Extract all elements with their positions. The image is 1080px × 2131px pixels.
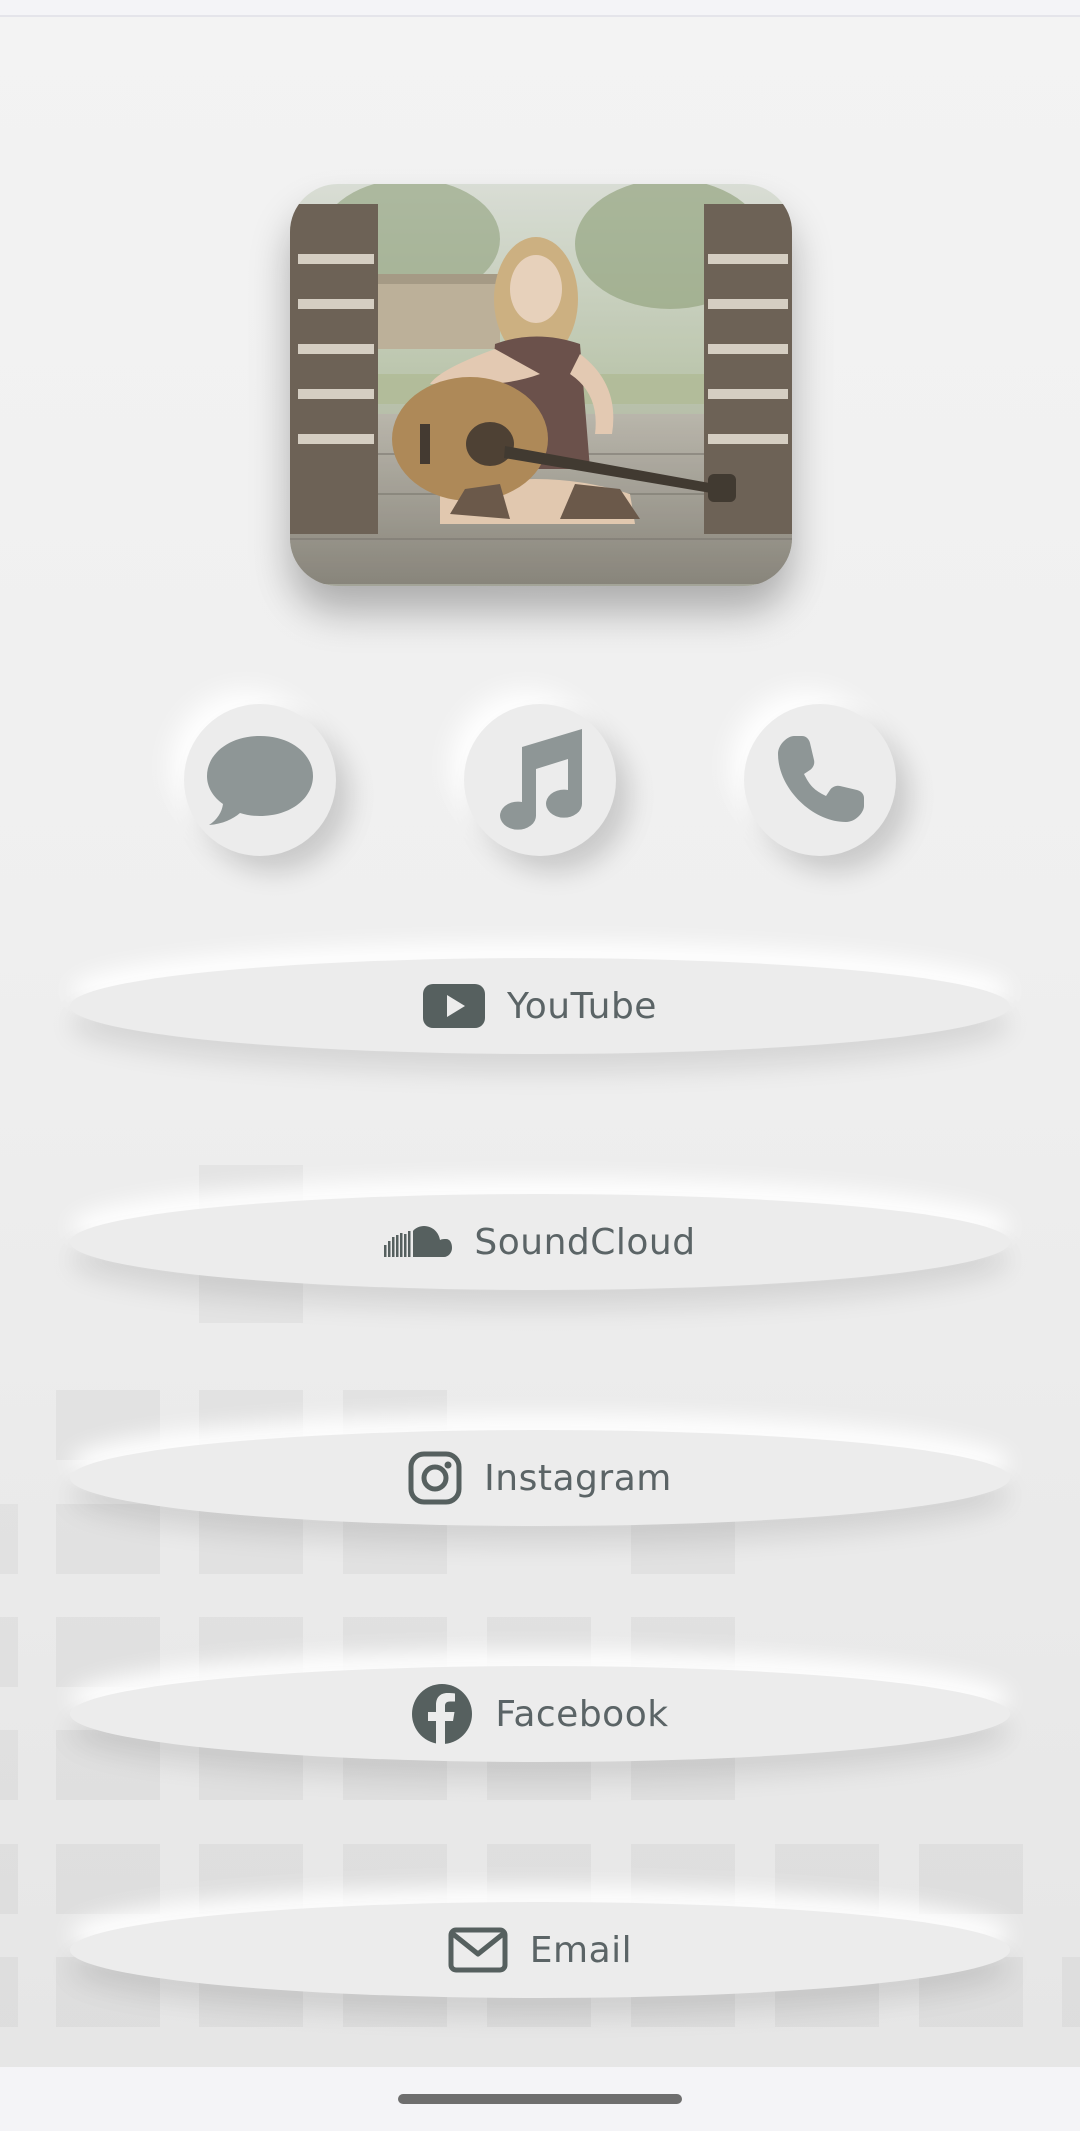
profile-photo [290,184,792,586]
guitarist-photo [290,184,792,586]
profile-photo-container [280,176,802,610]
facebook-label: Facebook [495,1693,669,1735]
instagram-link-button[interactable]: Instagram [70,1430,1010,1526]
music-note-icon [500,729,583,830]
home-indicator[interactable] [398,2094,682,2104]
soundcloud-label: SoundCloud [474,1221,696,1263]
link-page: YouTube SoundCloud Instagram Facebook Em… [0,17,1080,2067]
instagram-label: Instagram [484,1457,672,1499]
status-bar [0,0,1080,17]
email-label: Email [529,1929,633,1971]
youtube-link-button[interactable]: YouTube [70,958,1010,1054]
envelope-icon [448,1927,508,1973]
soundcloud-link-button[interactable]: SoundCloud [70,1194,1010,1290]
youtube-icon [423,984,486,1028]
facebook-link-button[interactable]: Facebook [70,1666,1010,1762]
facebook-icon [412,1684,473,1745]
system-navigation-bar [0,2067,1080,2131]
chat-bubble-icon [207,736,313,825]
instagram-icon [408,1451,462,1505]
music-button[interactable] [464,704,616,856]
youtube-label: YouTube [507,985,657,1027]
soundcloud-icon [384,1226,453,1257]
message-button[interactable] [184,704,336,856]
phone-icon [778,736,864,822]
email-link-button[interactable]: Email [70,1902,1010,1998]
phone-button[interactable] [744,704,896,856]
